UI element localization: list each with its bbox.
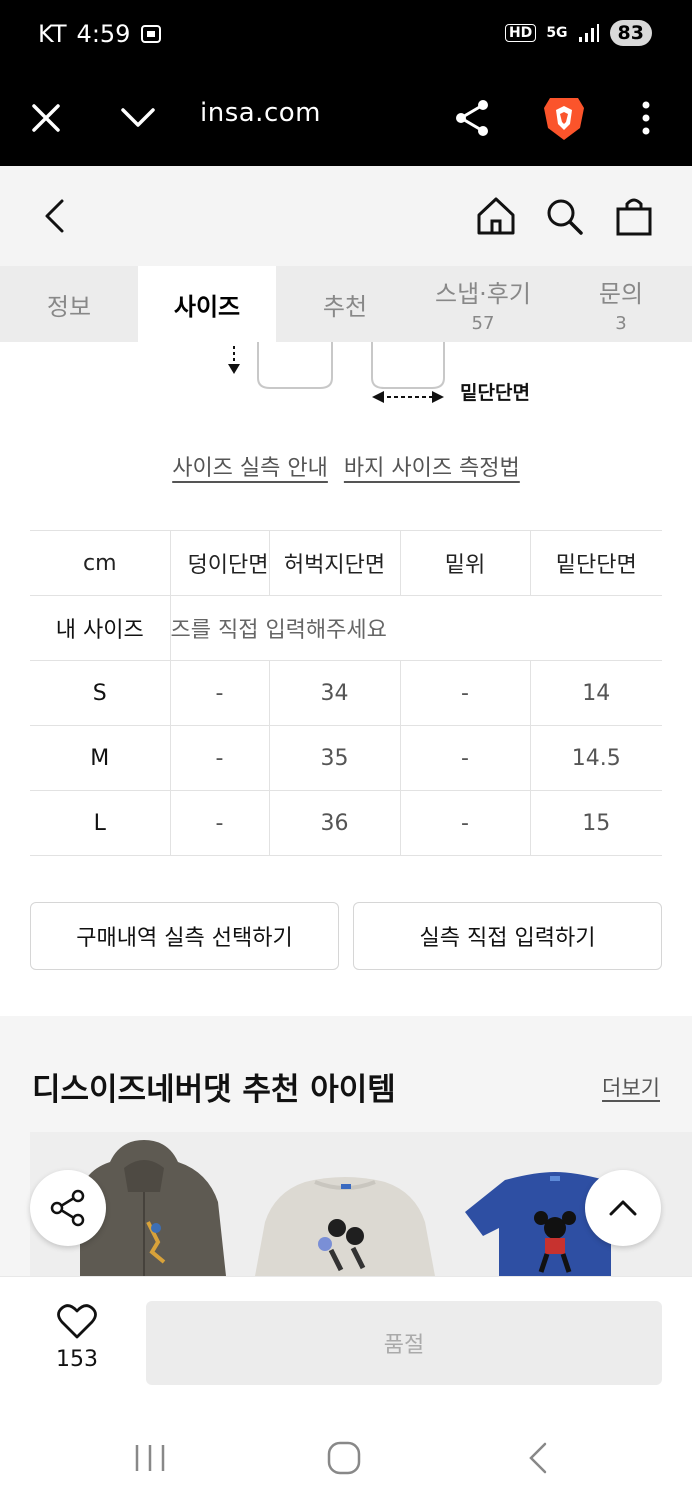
tab-count: 3 [615,313,627,334]
browser-toolbar: insa.com [0,70,692,166]
size-diagram: 밑단단면 [0,342,692,432]
my-size-row: 내 사이즈 즈를 직접 입력해주세요 [30,595,662,661]
scroll-top-button[interactable] [585,1170,661,1246]
size-table: cm 덩이단면 허벅지단면 밑위 밑단단면 내 사이즈 즈를 직접 입력해주세요… [30,530,662,856]
table-row: S - 34 - 14 [30,660,662,726]
tab-recommend[interactable]: 추천 [276,266,414,342]
tab-label: 정보 [46,292,92,321]
table-header: 허벅지단면 [269,530,401,596]
battery-indicator: 83 [609,20,652,46]
home-nav-icon[interactable] [320,1434,368,1482]
chevron-up-icon [609,1200,637,1216]
table-cell: 36 [269,790,401,856]
status-left: KT 4:59 [38,20,162,48]
system-nav-bar [0,1406,692,1500]
hd-icon: HD [504,24,537,42]
purchase-bar: 153 품절 [0,1276,692,1406]
tab-label: 문의 [598,280,644,308]
size-guide-link[interactable]: 사이즈 실측 안내 [172,450,328,482]
heart-icon [57,1304,97,1339]
soldout-button[interactable]: 품절 [146,1301,662,1385]
table-cell: - [400,790,531,856]
table-header: cm [30,530,171,596]
tab-label: 사이즈 [173,292,241,321]
my-size-input[interactable]: 즈를 직접 입력해주세요 [170,595,662,661]
recommend-section: 디스이즈네버댓 추천 아이템 더보기 [0,1016,692,1276]
table-cell: 14.5 [530,725,662,791]
clock: 4:59 [76,20,131,48]
status-right: HD 5G 83 [504,20,652,46]
table-cell: - [400,725,531,791]
shopping-bag-icon[interactable] [610,192,658,240]
my-size-label: 내 사이즈 [30,595,171,661]
like-button[interactable]: 153 [40,1303,114,1372]
tab-label: 추천 [322,292,368,321]
network-label: 5G [546,25,568,41]
signal-icon [578,24,599,42]
chevron-down-icon[interactable] [114,94,162,142]
app-header [0,166,692,266]
back-nav-icon[interactable] [514,1434,562,1482]
table-cell: 34 [269,660,401,726]
more-link[interactable]: 더보기 [602,1072,660,1102]
share-icon[interactable] [448,94,496,142]
table-row: M - 35 - 14.5 [30,725,662,791]
table-header: 덩이단면 [170,530,270,596]
screenshot-icon [141,25,162,43]
product-thumbnail-sweatshirt[interactable] [245,1132,445,1276]
tab-info[interactable]: 정보 [0,266,138,342]
like-count: 153 [56,1347,98,1372]
table-header: 밑단단면 [530,530,662,596]
table-header-row: cm 덩이단면 허벅지단면 밑위 밑단단면 [30,530,662,596]
table-cell: - [170,660,270,726]
direct-input-button[interactable]: 실측 직접 입력하기 [353,902,662,970]
back-icon[interactable] [30,192,78,240]
pants-leg-diagram [228,342,445,403]
table-cell: - [170,725,270,791]
table-cell: 14 [530,660,662,726]
brave-lion-icon[interactable] [540,94,588,142]
table-cell: S [30,660,171,726]
share-float-button[interactable] [30,1170,106,1246]
recent-apps-icon[interactable] [126,1434,174,1482]
table-cell: - [170,790,270,856]
tab-bar: 정보 사이즈 추천 스냅·후기 57 문의 3 [0,266,692,342]
carrier-label: KT [38,20,67,48]
purchase-history-button[interactable]: 구매내역 실측 선택하기 [30,902,339,970]
share-icon [50,1189,85,1227]
home-icon[interactable] [472,192,520,240]
tab-label: 스냅·후기 [435,280,531,308]
close-icon[interactable] [22,94,70,142]
more-vertical-icon[interactable] [622,94,670,142]
table-row: L - 36 - 15 [30,790,662,856]
search-icon[interactable] [540,192,588,240]
table-cell: L [30,790,171,856]
table-header: 밑위 [400,530,531,596]
table-cell: - [400,660,531,726]
hem-width-label: 밑단단면 [460,382,530,404]
table-cell: 15 [530,790,662,856]
table-cell: 35 [269,725,401,791]
url-text[interactable]: insa.com [200,98,321,128]
tab-count: 57 [471,313,495,334]
pants-measure-link[interactable]: 바지 사이즈 측정법 [344,450,520,482]
tab-snap-review[interactable]: 스냅·후기 57 [414,266,552,342]
status-bar: KT 4:59 HD 5G 83 [0,0,692,70]
tab-size[interactable]: 사이즈 [138,266,276,342]
measure-button-row: 구매내역 실측 선택하기 실측 직접 입력하기 [30,902,662,970]
table-cell: M [30,725,171,791]
recommend-title: 디스이즈네버댓 추천 아이템 [32,1072,396,1108]
tab-inquiry[interactable]: 문의 3 [552,266,690,342]
measure-links: 사이즈 실측 안내 바지 사이즈 측정법 [0,450,692,482]
